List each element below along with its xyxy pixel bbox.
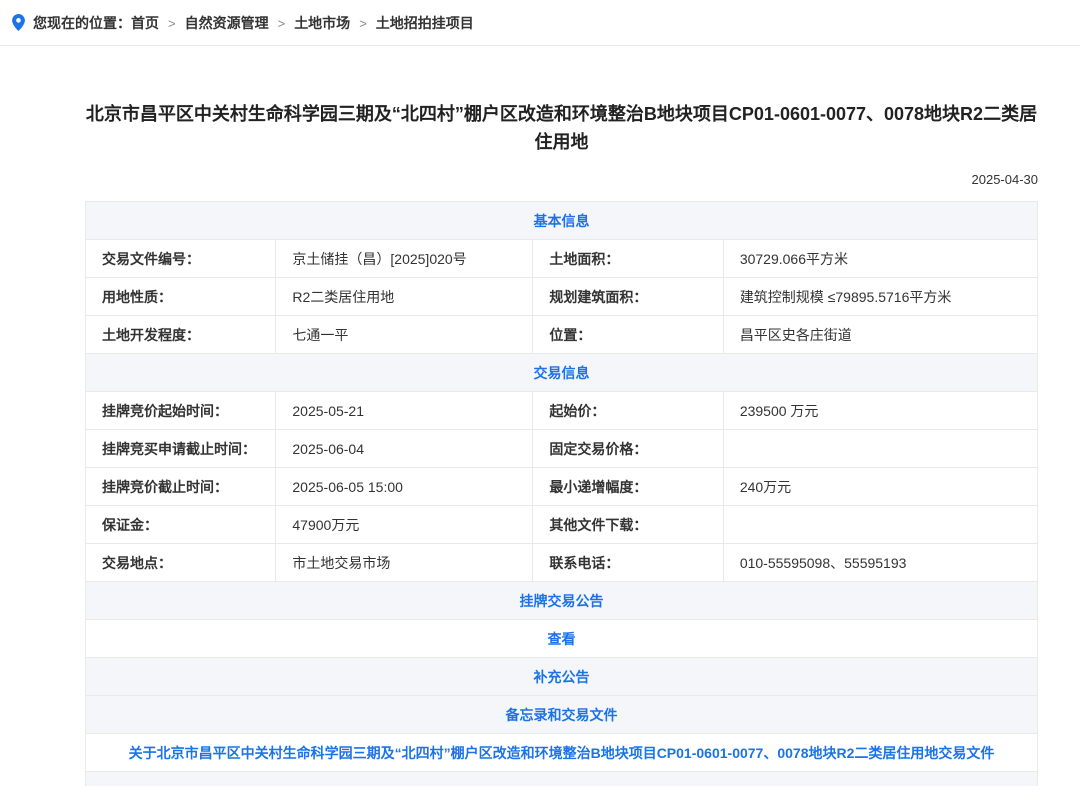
breadcrumb-separator: >	[168, 16, 176, 31]
field-value: 239500 万元	[723, 392, 1037, 430]
field-value: 七通一平	[276, 316, 533, 354]
field-value	[723, 506, 1037, 544]
field-value: 2025-05-21	[276, 392, 533, 430]
link-cell: 关于北京市昌平区中关村生命科学园三期及“北四村”棚户区改造和环境整治B地块项目C…	[86, 734, 1038, 772]
section-header: 备忘录和交易文件	[86, 696, 1038, 734]
field-label: 交易地点：	[86, 544, 276, 582]
breadcrumb-label: 您现在的位置：	[33, 13, 131, 33]
section-header: 挂牌交易公告	[86, 582, 1038, 620]
breadcrumb-separator: >	[278, 16, 286, 31]
field-value: 昌平区史各庄街道	[723, 316, 1037, 354]
section-row: 备忘录和交易文件	[86, 696, 1038, 734]
link-cell: 查看	[86, 620, 1038, 658]
breadcrumb-separator: >	[359, 16, 367, 31]
section-row: 挂牌交易公告	[86, 582, 1038, 620]
breadcrumb: 您现在的位置： 首页 > 自然资源管理 > 土地市场 > 土地招拍挂项目	[0, 0, 1080, 46]
link-row: 查看	[86, 620, 1038, 658]
section-row: 交易信息	[86, 354, 1038, 392]
publish-date: 2025-04-30	[85, 172, 1038, 187]
field-value: 市土地交易市场	[276, 544, 533, 582]
field-value: 010-55595098、55595193	[723, 544, 1037, 582]
main-content: 北京市昌平区中关村生命科学园三期及“北四村”棚户区改造和环境整治B地块项目CP0…	[85, 46, 1038, 786]
breadcrumb-item[interactable]: 自然资源管理	[185, 15, 269, 31]
section-header: 交易信息	[86, 354, 1038, 392]
page-title: 北京市昌平区中关村生命科学园三期及“北四村”棚户区改造和环境整治B地块项目CP0…	[85, 100, 1038, 156]
document-link[interactable]: 查看	[548, 631, 576, 647]
field-label: 固定交易价格：	[533, 430, 723, 468]
section-header: 基本信息	[86, 202, 1038, 240]
field-value: 240万元	[723, 468, 1037, 506]
field-label: 其他文件下载：	[533, 506, 723, 544]
field-label: 用地性质：	[86, 278, 276, 316]
table-row: 挂牌竞价起始时间：2025-05-21起始价：239500 万元	[86, 392, 1038, 430]
field-label: 土地面积：	[533, 240, 723, 278]
breadcrumb-item[interactable]: 土地市场	[294, 15, 350, 31]
field-label: 交易文件编号：	[86, 240, 276, 278]
breadcrumb-items: 首页 > 自然资源管理 > 土地市场 > 土地招拍挂项目	[131, 13, 474, 33]
section-row: 补充公告	[86, 658, 1038, 696]
table-row: 挂牌竞买申请截止时间：2025-06-04固定交易价格：	[86, 430, 1038, 468]
location-pin-icon	[12, 14, 25, 31]
table-row: 用地性质：R2二类居住用地规划建筑面积：建筑控制规模 ≤79895.5716平方…	[86, 278, 1038, 316]
field-value: R2二类居住用地	[276, 278, 533, 316]
section-header: 补充公告	[86, 658, 1038, 696]
link-row: 关于北京市昌平区中关村生命科学园三期及“北四村”棚户区改造和环境整治B地块项目C…	[86, 734, 1038, 772]
field-value: 2025-06-04	[276, 430, 533, 468]
field-label: 土地开发程度：	[86, 316, 276, 354]
field-value: 2025-06-05 15:00	[276, 468, 533, 506]
info-table: 基本信息交易文件编号：京土储挂（昌）[2025]020号土地面积：30729.0…	[85, 201, 1038, 772]
table-row: 交易地点：市土地交易市场联系电话：010-55595098、55595193	[86, 544, 1038, 582]
field-value: 30729.066平方米	[723, 240, 1037, 278]
breadcrumb-item[interactable]: 首页	[131, 15, 159, 31]
table-row: 保证金：47900万元其他文件下载：	[86, 506, 1038, 544]
field-value	[723, 430, 1037, 468]
field-label: 保证金：	[86, 506, 276, 544]
field-label: 规划建筑面积：	[533, 278, 723, 316]
field-label: 挂牌竞价起始时间：	[86, 392, 276, 430]
cutoff-next-row	[85, 772, 1038, 786]
field-label: 联系电话：	[533, 544, 723, 582]
field-value: 建筑控制规模 ≤79895.5716平方米	[723, 278, 1037, 316]
breadcrumb-item[interactable]: 土地招拍挂项目	[376, 15, 474, 31]
document-link[interactable]: 关于北京市昌平区中关村生命科学园三期及“北四村”棚户区改造和环境整治B地块项目C…	[129, 745, 995, 761]
field-value: 京土储挂（昌）[2025]020号	[276, 240, 533, 278]
field-label: 最小递增幅度：	[533, 468, 723, 506]
field-label: 起始价：	[533, 392, 723, 430]
field-value: 47900万元	[276, 506, 533, 544]
field-label: 位置：	[533, 316, 723, 354]
table-row: 挂牌竞价截止时间：2025-06-05 15:00最小递增幅度：240万元	[86, 468, 1038, 506]
section-row: 基本信息	[86, 202, 1038, 240]
field-label: 挂牌竞价截止时间：	[86, 468, 276, 506]
table-row: 土地开发程度：七通一平位置：昌平区史各庄街道	[86, 316, 1038, 354]
field-label: 挂牌竞买申请截止时间：	[86, 430, 276, 468]
table-row: 交易文件编号：京土储挂（昌）[2025]020号土地面积：30729.066平方…	[86, 240, 1038, 278]
